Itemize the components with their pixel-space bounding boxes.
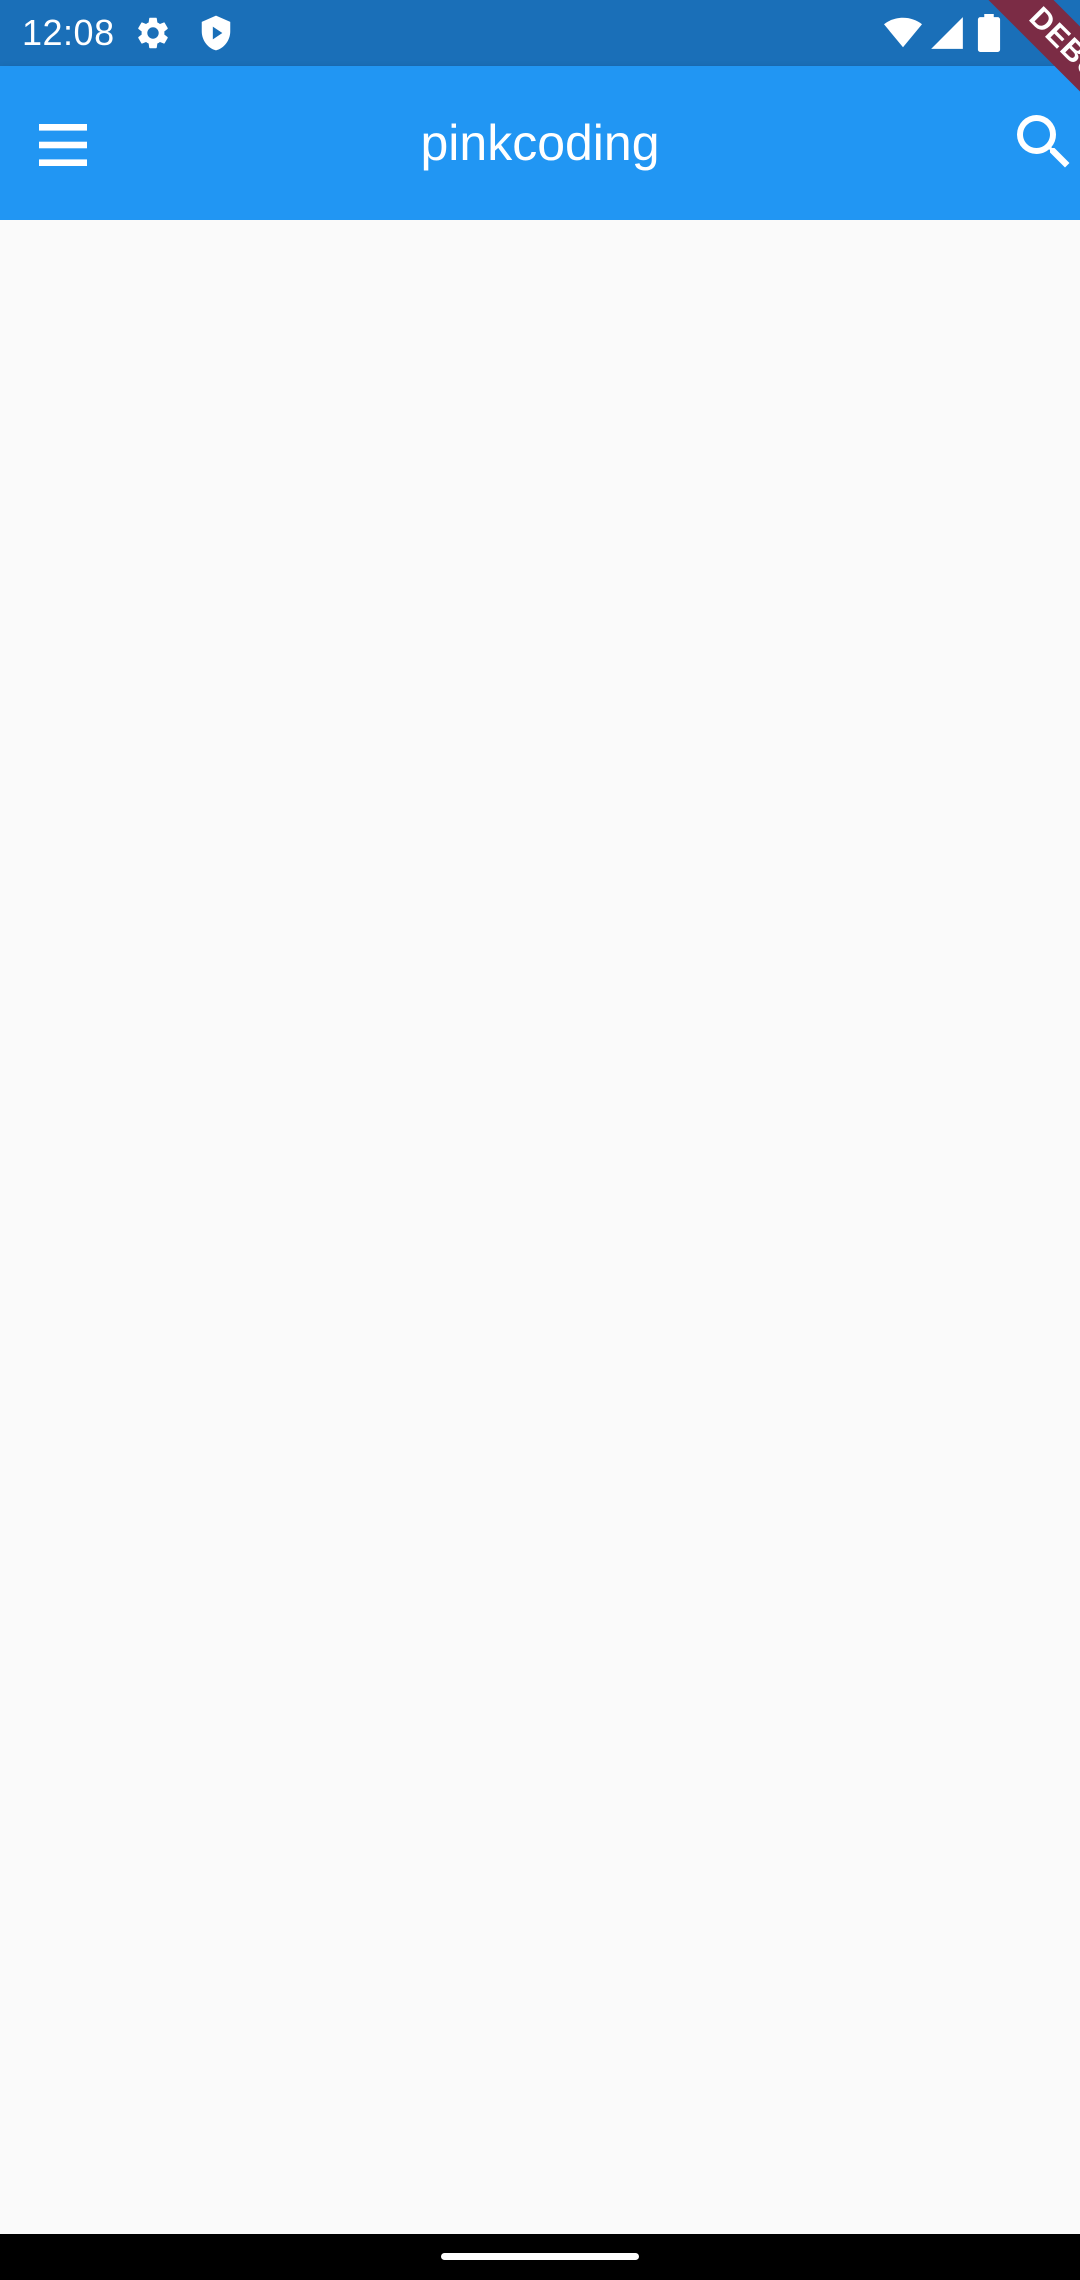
app-bar: pinkcoding [0,66,1080,220]
battery-icon [974,14,1004,52]
search-icon [1017,115,1070,168]
settings-icon [134,14,172,52]
page-title: pinkcoding [420,115,660,171]
status-bar: 12:08 [0,0,1080,66]
cell-signal-icon [928,14,966,52]
search-button[interactable] [1008,106,1080,178]
wifi-icon [882,14,924,52]
shield-play-icon [197,14,235,52]
content-area [0,220,1080,2234]
status-time: 12:08 [22,12,115,53]
home-indicator[interactable] [441,2253,639,2260]
navigation-bar [0,2234,1080,2280]
